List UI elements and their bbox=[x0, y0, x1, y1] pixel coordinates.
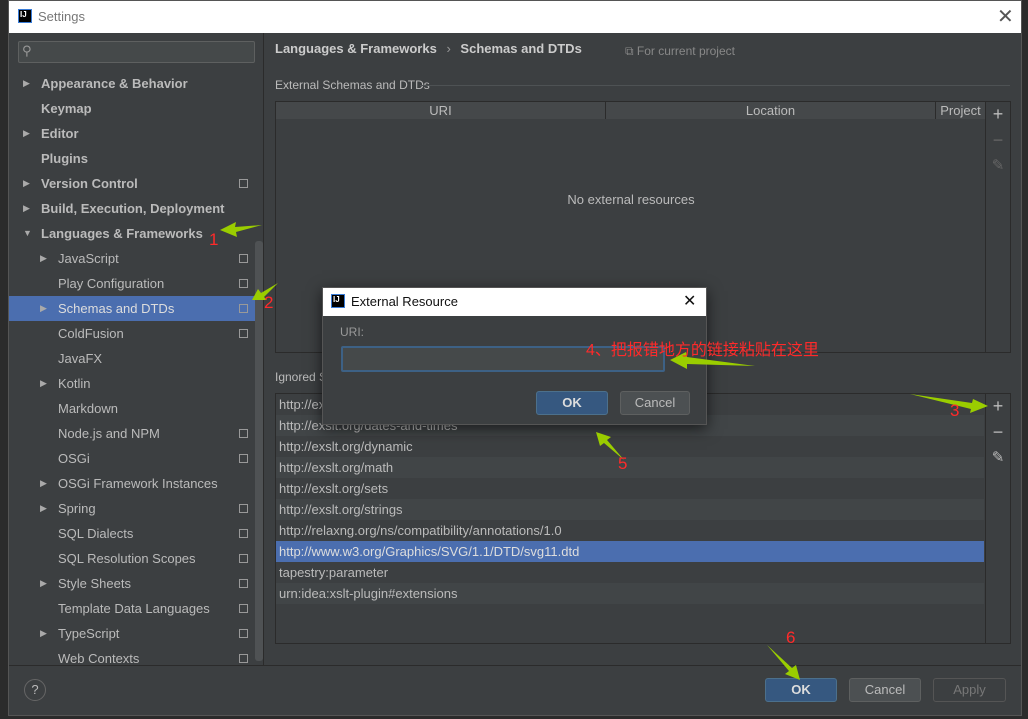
annotation-6: 6 bbox=[786, 628, 796, 647]
annotation-arrows bbox=[220, 222, 988, 680]
annotation-1: 1 bbox=[209, 230, 219, 249]
annotation-arrow-3 bbox=[910, 394, 988, 413]
annotation-arrow-6 bbox=[767, 645, 800, 680]
annotation-arrow-1 bbox=[220, 222, 262, 237]
annotation-5: 5 bbox=[618, 454, 628, 473]
annotation-4: 4、把报错地方的链接粘贴在这里 bbox=[586, 342, 819, 359]
annotation-3: 3 bbox=[950, 401, 960, 420]
annotation-2: 2 bbox=[264, 293, 274, 312]
